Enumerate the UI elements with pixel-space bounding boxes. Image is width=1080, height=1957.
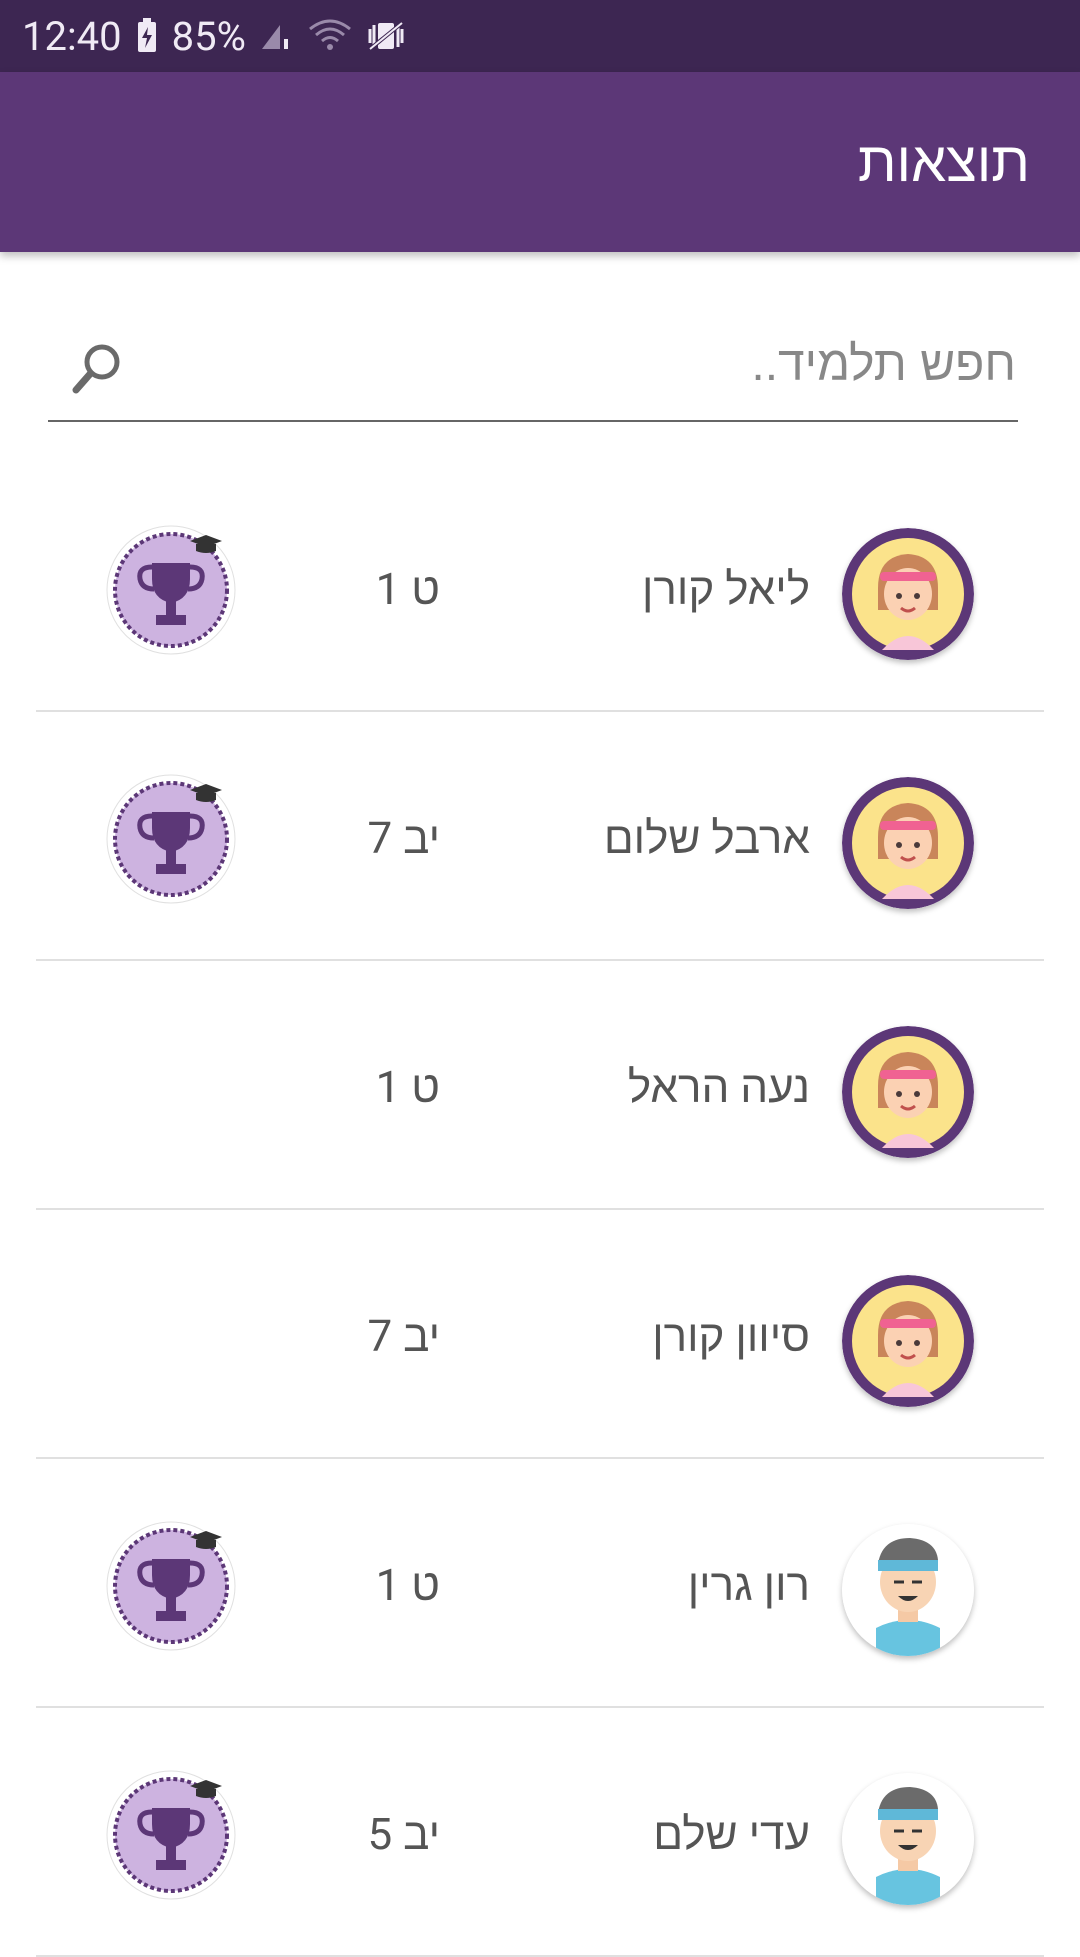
student-name: רון גרין: [687, 1559, 810, 1611]
student-name: ארבל שלום: [603, 812, 810, 864]
student-row[interactable]: נעה הראל ט 1: [0, 961, 1080, 1210]
clock: 12:40: [22, 12, 122, 60]
girl-avatar-icon: [842, 1275, 974, 1407]
battery-percent: 85%: [171, 12, 246, 60]
girl-avatar-icon: [842, 1026, 974, 1158]
wifi-icon: [308, 19, 352, 53]
search-icon[interactable]: [68, 338, 128, 398]
student-grade: ט 1: [375, 1061, 440, 1113]
trophy-badge-icon[interactable]: [104, 1519, 238, 1653]
student-row[interactable]: ליאל קורן ט 1: [0, 463, 1080, 712]
girl-avatar-icon: [842, 777, 974, 909]
status-bar: 12:40 85%: [0, 0, 1080, 72]
trophy-badge-icon[interactable]: [104, 772, 238, 906]
vibrate-icon: [366, 19, 406, 53]
boy-avatar-icon: [842, 1773, 974, 1905]
student-name: ליאל קורן: [641, 563, 810, 615]
girl-avatar-icon: [842, 528, 974, 660]
page-title: תוצאות: [857, 129, 1030, 195]
app-bar: תוצאות: [0, 72, 1080, 252]
battery-charging-icon: [136, 18, 158, 54]
student-name: סיוון קורן: [652, 1310, 810, 1362]
trophy-badge-icon[interactable]: [104, 523, 238, 657]
student-row[interactable]: ארבל שלום יב 7: [0, 712, 1080, 961]
student-grade: יב 5: [367, 1808, 440, 1860]
student-row[interactable]: רון גרין ט 1: [0, 1459, 1080, 1708]
student-grade: ט 1: [375, 563, 440, 615]
search-input[interactable]: [214, 328, 1018, 400]
search-field: [48, 318, 1018, 422]
signal-icon: [260, 21, 294, 51]
boy-avatar-icon: [842, 1524, 974, 1656]
student-grade: ט 1: [375, 1559, 440, 1611]
student-row[interactable]: סיוון קורן יב 7: [0, 1210, 1080, 1459]
student-grade: יב 7: [367, 1310, 440, 1362]
student-name: נעה הראל: [627, 1061, 810, 1113]
trophy-badge-icon[interactable]: [104, 1768, 238, 1902]
student-grade: יב 7: [367, 812, 440, 864]
student-name: עדי שלם: [653, 1808, 810, 1860]
